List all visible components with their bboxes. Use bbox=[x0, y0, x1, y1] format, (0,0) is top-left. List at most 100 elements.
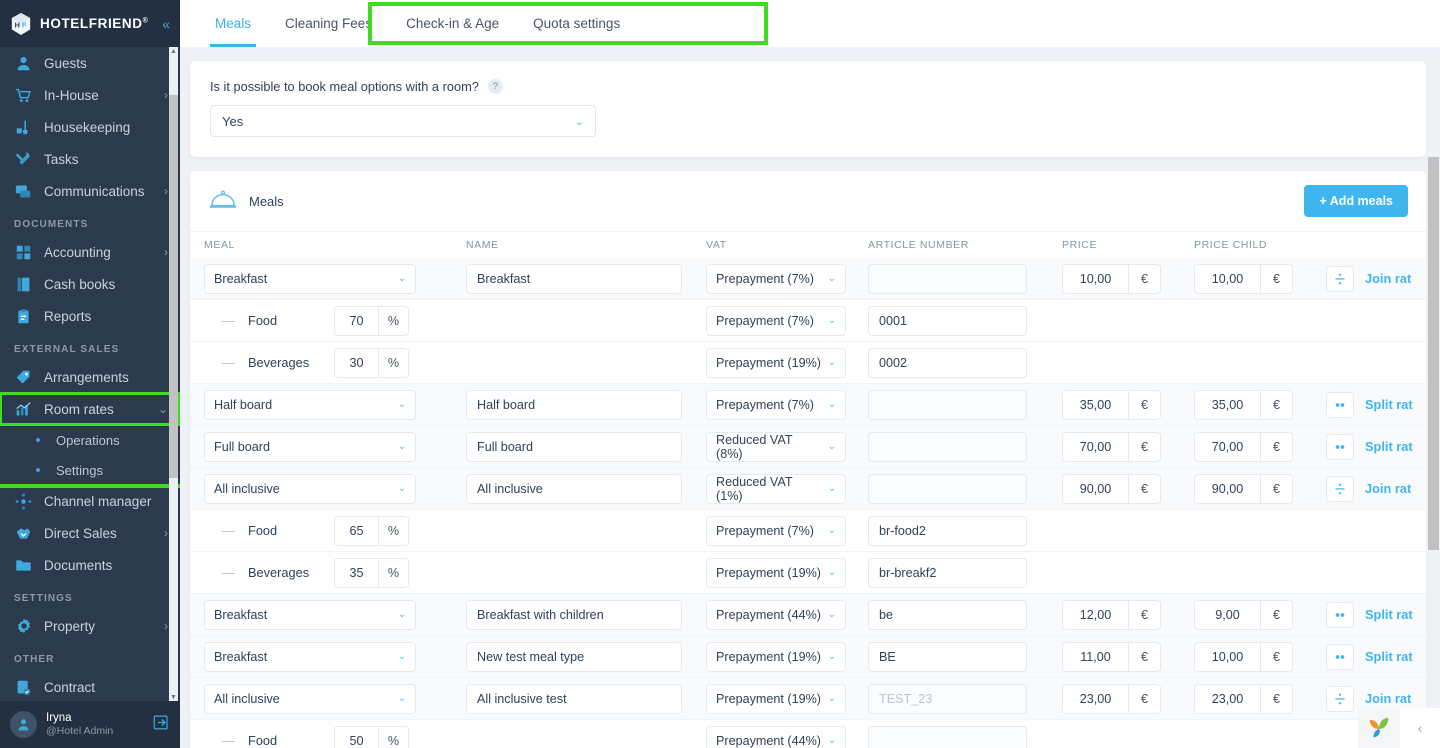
price-field[interactable]: 10,00 € bbox=[1062, 263, 1194, 294]
join-rates-icon[interactable] bbox=[1326, 265, 1354, 292]
add-meals-button[interactable]: + Add meals bbox=[1304, 185, 1408, 217]
meal-type-select[interactable]: All inclusive ⌄ bbox=[204, 473, 416, 504]
sidebar-item-cash-books[interactable]: Cash books bbox=[0, 268, 180, 300]
vat-select[interactable]: Prepayment (19%) ⌄ bbox=[706, 641, 846, 672]
price-child-value[interactable]: 10,00 bbox=[1194, 263, 1260, 294]
split-rates-icon[interactable] bbox=[1326, 391, 1354, 418]
percentage-value[interactable]: 70 bbox=[334, 305, 378, 336]
split-rates-icon[interactable] bbox=[1326, 601, 1354, 628]
price-child-value[interactable]: 35,00 bbox=[1194, 389, 1260, 420]
price-field[interactable]: 23,00 € bbox=[1062, 683, 1194, 714]
meal-name-input[interactable]: Breakfast bbox=[466, 263, 682, 294]
main-scrollbar[interactable] bbox=[1426, 47, 1440, 748]
rates-action-link[interactable]: Split rat bbox=[1365, 397, 1413, 412]
price-value[interactable]: 12,00 bbox=[1062, 599, 1128, 630]
meal-type-select[interactable]: All inclusive ⌄ bbox=[204, 683, 416, 714]
price-child-field[interactable]: 90,00 € bbox=[1194, 473, 1326, 504]
chat-collapse-icon[interactable]: ‹ bbox=[1400, 708, 1440, 748]
price-child-field[interactable]: 9,00 € bbox=[1194, 599, 1326, 630]
rates-action-link[interactable]: Join rat bbox=[1365, 481, 1411, 496]
vat-select[interactable]: Prepayment (7%) ⌄ bbox=[706, 389, 846, 420]
main-scrollbar-thumb[interactable] bbox=[1428, 157, 1439, 550]
article-number-input[interactable] bbox=[868, 431, 1027, 462]
vat-select[interactable]: Prepayment (19%) ⌄ bbox=[706, 347, 846, 378]
join-rates-icon[interactable] bbox=[1326, 685, 1354, 712]
price-child-value[interactable]: 90,00 bbox=[1194, 473, 1260, 504]
split-rates-icon[interactable] bbox=[1326, 433, 1354, 460]
scroll-up-arrow-icon[interactable]: ▲ bbox=[170, 48, 177, 55]
sidebar-item-settings[interactable]: Settings bbox=[0, 455, 180, 488]
logout-icon[interactable] bbox=[153, 714, 170, 736]
sidebar-item-channel-manager[interactable]: Channel manager bbox=[0, 485, 180, 517]
sidebar-item-documents[interactable]: Documents bbox=[0, 549, 180, 581]
price-value[interactable]: 11,00 bbox=[1062, 641, 1128, 672]
price-field[interactable]: 12,00 € bbox=[1062, 599, 1194, 630]
meal-name-input[interactable]: New test meal type bbox=[466, 641, 682, 672]
article-number-input[interactable]: be bbox=[868, 599, 1027, 630]
price-child-field[interactable]: 35,00 € bbox=[1194, 389, 1326, 420]
sidebar-item-accounting[interactable]: Accounting › bbox=[0, 236, 180, 268]
price-child-field[interactable]: 23,00 € bbox=[1194, 683, 1326, 714]
price-value[interactable]: 10,00 bbox=[1062, 263, 1128, 294]
vat-select[interactable]: Prepayment (7%) ⌄ bbox=[706, 263, 846, 294]
sidebar-item-operations[interactable]: Operations bbox=[0, 425, 180, 455]
tab-meals[interactable]: Meals bbox=[198, 0, 268, 47]
price-child-field[interactable]: 10,00 € bbox=[1194, 263, 1326, 294]
price-field[interactable]: 35,00 € bbox=[1062, 389, 1194, 420]
sidebar-item-arrangements[interactable]: Arrangements bbox=[0, 361, 180, 393]
price-field[interactable]: 11,00 € bbox=[1062, 641, 1194, 672]
sidebar-item-tasks[interactable]: Tasks bbox=[0, 143, 180, 175]
chat-widget[interactable]: ‹ bbox=[1358, 708, 1440, 748]
meal-type-select[interactable]: Full board ⌄ bbox=[204, 431, 416, 462]
rates-action-link[interactable]: Split rat bbox=[1365, 649, 1413, 664]
price-value[interactable]: 35,00 bbox=[1062, 389, 1128, 420]
percentage-value[interactable]: 30 bbox=[334, 347, 378, 378]
sidebar-item-communications[interactable]: Communications › bbox=[0, 175, 180, 207]
sidebar-item-contract[interactable]: Contract bbox=[0, 671, 180, 703]
percentage-value[interactable]: 65 bbox=[334, 515, 378, 546]
percentage-field[interactable]: 70% bbox=[334, 305, 409, 336]
vat-select[interactable]: Prepayment (19%) ⌄ bbox=[706, 557, 846, 588]
rates-action-link[interactable]: Join rat bbox=[1365, 271, 1411, 286]
price-child-field[interactable]: 70,00 € bbox=[1194, 431, 1326, 462]
rates-action-link[interactable]: Join rat bbox=[1365, 691, 1411, 706]
tab-check-in-age[interactable]: Check-in & Age bbox=[389, 0, 516, 47]
price-child-value[interactable]: 9,00 bbox=[1194, 599, 1260, 630]
sidebar-scrollbar[interactable]: ▲ ▼ bbox=[169, 47, 178, 702]
meal-name-input[interactable]: All inclusive test bbox=[466, 683, 682, 714]
percentage-field[interactable]: 65% bbox=[334, 515, 409, 546]
vat-select[interactable]: Prepayment (7%) ⌄ bbox=[706, 515, 846, 546]
sidebar-collapse-icon[interactable]: « bbox=[162, 17, 170, 31]
meal-name-input[interactable]: Full board bbox=[466, 431, 682, 462]
sidebar-scrollbar-thumb[interactable] bbox=[169, 95, 178, 478]
price-child-value[interactable]: 70,00 bbox=[1194, 431, 1260, 462]
article-number-input[interactable]: br-breakf2 bbox=[868, 557, 1027, 588]
article-number-input[interactable]: TEST_23 bbox=[868, 683, 1027, 714]
percentage-field[interactable]: 50% bbox=[334, 725, 409, 748]
scroll-down-arrow-icon[interactable]: ▼ bbox=[170, 694, 177, 701]
price-child-field[interactable]: 10,00 € bbox=[1194, 641, 1326, 672]
vat-select[interactable]: Prepayment (44%) ⌄ bbox=[706, 725, 846, 748]
vat-select[interactable]: Reduced VAT (8%) ⌄ bbox=[706, 431, 846, 462]
user-bar[interactable]: Iryna @Hotel Admin bbox=[0, 701, 180, 748]
sidebar-item-in-house[interactable]: In-House › bbox=[0, 79, 180, 111]
meal-name-input[interactable]: All inclusive bbox=[466, 473, 682, 504]
sidebar-item-property[interactable]: Property › bbox=[0, 610, 180, 642]
article-number-input[interactable]: 0001 bbox=[868, 305, 1027, 336]
article-number-input[interactable]: BE bbox=[868, 641, 1027, 672]
article-number-input[interactable]: br-food2 bbox=[868, 515, 1027, 546]
sidebar-item-reports[interactable]: Reports bbox=[0, 300, 180, 332]
rates-action-link[interactable]: Split rat bbox=[1365, 439, 1413, 454]
article-number-input[interactable] bbox=[868, 263, 1027, 294]
price-value[interactable]: 90,00 bbox=[1062, 473, 1128, 504]
article-number-input[interactable] bbox=[868, 725, 1027, 748]
article-number-input[interactable]: 0002 bbox=[868, 347, 1027, 378]
price-field[interactable]: 90,00 € bbox=[1062, 473, 1194, 504]
meal-type-select[interactable]: Half board ⌄ bbox=[204, 389, 416, 420]
question-icon[interactable]: ? bbox=[487, 79, 503, 94]
percentage-value[interactable]: 35 bbox=[334, 557, 378, 588]
percentage-value[interactable]: 50 bbox=[334, 725, 378, 748]
tab-cleaning-fees[interactable]: Cleaning Fees bbox=[268, 0, 389, 47]
percentage-field[interactable]: 35% bbox=[334, 557, 409, 588]
vat-select[interactable]: Prepayment (7%) ⌄ bbox=[706, 305, 846, 336]
